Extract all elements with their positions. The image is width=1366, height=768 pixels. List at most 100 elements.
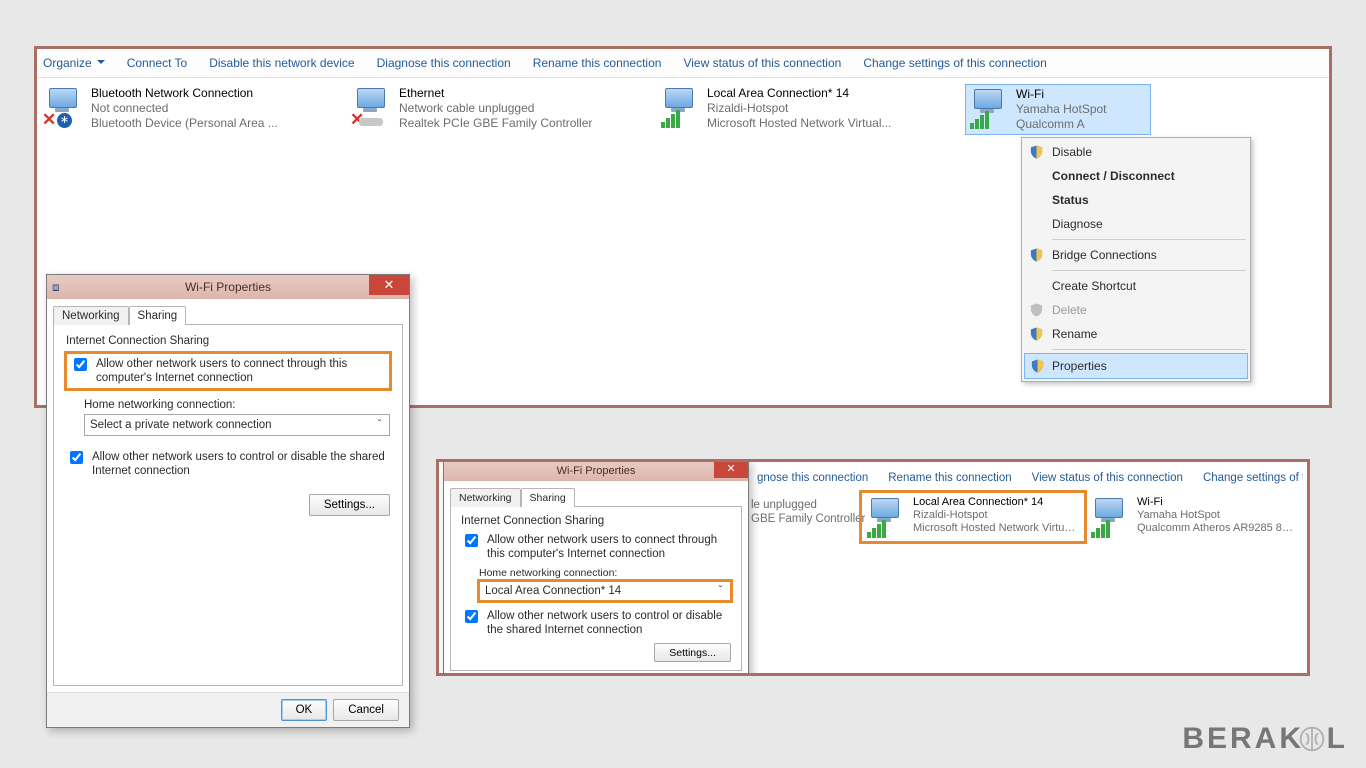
ctx-disable[interactable]: Disable [1024, 140, 1248, 164]
conn-device: Qualcomm A [1016, 117, 1107, 132]
ctx-label: Disable [1052, 145, 1092, 159]
connection-bluetooth[interactable]: ✕∗ Bluetooth Network Connection Not conn… [41, 84, 345, 135]
toolbar-diagnose[interactable]: gnose this connection [757, 472, 868, 484]
conn-name: Ethernet [399, 86, 592, 101]
conn-name: Bluetooth Network Connection [91, 86, 278, 101]
brain-icon [1298, 725, 1326, 753]
eth-status-partial: le unplugged [751, 498, 865, 512]
dialog-titlebar[interactable]: ⧈ Wi-Fi Properties ✕ [47, 275, 409, 299]
dialog-title: Wi-Fi Properties [185, 280, 271, 294]
conn-status: Yamaha HotSpot [1137, 509, 1299, 522]
cancel-button[interactable]: Cancel [333, 699, 399, 721]
wifi-icon [968, 87, 1010, 129]
ctx-delete: Delete [1024, 298, 1248, 322]
toolbar-diagnose[interactable]: Diagnose this connection [377, 56, 511, 70]
conn-device: Qualcomm Atheros AR9285 802.1... [1137, 522, 1299, 535]
ctx-label: Bridge Connections [1052, 248, 1157, 262]
dialog-title: Wi-Fi Properties [557, 465, 636, 477]
ctx-status[interactable]: Status [1024, 188, 1248, 212]
toolbar-connect[interactable]: Connect To [127, 56, 188, 70]
ctx-properties[interactable]: Properties [1024, 353, 1248, 379]
conn-device: Microsoft Hosted Network Virtual... [707, 116, 892, 131]
allow-control-checkbox[interactable] [465, 610, 478, 623]
connection-wifi[interactable]: Wi-Fi Yamaha HotSpot Qualcomm A [965, 84, 1151, 135]
dialog-titlebar[interactable]: Wi-Fi Properties ✕ [444, 461, 748, 481]
ctx-bridge[interactable]: Bridge Connections [1024, 243, 1248, 267]
ctx-label: Connect / Disconnect [1052, 169, 1175, 183]
toolbar-rename[interactable]: Rename this connection [888, 472, 1011, 484]
network-icon [659, 86, 701, 128]
conn-status: Yamaha HotSpot [1016, 102, 1107, 117]
conn-device: Realtek PCIe GBE Family Controller [399, 116, 592, 131]
tabstrip: Networking Sharing [53, 305, 403, 324]
tab-networking[interactable]: Networking [450, 488, 521, 507]
wifi-properties-dialog-1: ⧈ Wi-Fi Properties ✕ Networking Sharing … [46, 274, 410, 728]
network-icon [865, 496, 907, 538]
shield-icon [1030, 358, 1045, 374]
toolbar-partial: gnose this connection Rename this connec… [751, 466, 1303, 490]
tab-sharing[interactable]: Sharing [129, 306, 187, 325]
toolbar-organize[interactable]: Organize [43, 56, 105, 70]
group-label: Internet Connection Sharing [66, 335, 390, 347]
conn-name: Local Area Connection* 14 [707, 86, 892, 101]
separator [1052, 239, 1246, 240]
conn-device: Bluetooth Device (Personal Area ... [91, 116, 278, 131]
conn-device: Microsoft Hosted Network Virtual... [913, 522, 1081, 535]
home-net-label: Home networking connection: [84, 399, 390, 411]
tab-sharing[interactable]: Sharing [521, 488, 575, 507]
conn-name: Wi-Fi [1137, 496, 1299, 509]
allow-control-label: Allow other network users to control or … [92, 450, 390, 478]
ctx-diagnose[interactable]: Diagnose [1024, 212, 1248, 236]
ctx-connect[interactable]: Connect / Disconnect [1024, 164, 1248, 188]
home-net-select[interactable]: Select a private network connection ˇ [84, 414, 390, 436]
ctx-label: Diagnose [1052, 217, 1103, 231]
shield-icon [1029, 302, 1044, 318]
toolbar-status[interactable]: View status of this connection [1032, 472, 1183, 484]
allow-connect-label: Allow other network users to connect thr… [487, 533, 731, 561]
conn-status: Network cable unplugged [399, 101, 592, 116]
toolbar-disable[interactable]: Disable this network device [209, 56, 354, 70]
connection-lac14-hl[interactable]: Local Area Connection* 14 Rizaldi-Hotspo… [861, 492, 1085, 542]
allow-connect-checkbox[interactable] [74, 358, 87, 371]
allow-control-checkbox[interactable] [70, 451, 83, 464]
ok-button[interactable]: OK [281, 699, 328, 721]
bluetooth-icon: ✕∗ [43, 86, 85, 128]
tab-networking[interactable]: Networking [53, 306, 129, 325]
allow-control-label: Allow other network users to control or … [487, 609, 731, 637]
shield-icon [1029, 247, 1044, 263]
ctx-label: Properties [1052, 359, 1107, 373]
toolbar-change[interactable]: Change settings of this connectio [1203, 472, 1303, 484]
ctx-shortcut[interactable]: Create Shortcut [1024, 274, 1248, 298]
toolbar-rename[interactable]: Rename this connection [533, 56, 662, 70]
connection-lac14[interactable]: Local Area Connection* 14 Rizaldi-Hotspo… [657, 84, 961, 135]
conn-name: Wi-Fi [1016, 87, 1107, 102]
close-button[interactable]: ✕ [714, 461, 748, 478]
dialog-buttons: OK Cancel [47, 692, 409, 727]
tab-panel: Internet Connection Sharing Allow other … [450, 506, 742, 671]
ethernet-icon: ✕ [351, 86, 393, 128]
panel-bottom: gnose this connection Rename this connec… [436, 459, 1310, 676]
home-net-select[interactable]: Local Area Connection* 14 ˇ [479, 581, 731, 601]
toolbar-status[interactable]: View status of this connection [683, 56, 841, 70]
allow-connect-checkbox[interactable] [465, 534, 478, 547]
connection-wifi-mini[interactable]: Wi-Fi Yamaha HotSpot Qualcomm Atheros AR… [1087, 494, 1301, 540]
shield-icon [1029, 326, 1044, 342]
watermark: BERAK L [1182, 722, 1348, 756]
tabstrip: Networking Sharing [450, 487, 742, 506]
settings-button[interactable]: Settings... [654, 643, 731, 662]
settings-button[interactable]: Settings... [309, 494, 390, 516]
chevron-down-icon: ˇ [372, 419, 387, 431]
ctx-label: Delete [1052, 303, 1087, 317]
toolbar-change[interactable]: Change settings of this connection [863, 56, 1046, 70]
select-value: Local Area Connection* 14 [485, 585, 621, 597]
sysmenu-icon[interactable]: ⧈ [52, 280, 60, 295]
ctx-label: Create Shortcut [1052, 279, 1136, 293]
wifi-properties-dialog-2: Wi-Fi Properties ✕ Networking Sharing In… [443, 460, 749, 676]
ctx-rename[interactable]: Rename [1024, 322, 1248, 346]
connection-ethernet[interactable]: ✕ Ethernet Network cable unplugged Realt… [349, 84, 653, 135]
separator [1052, 270, 1246, 271]
close-button[interactable]: ✕ [369, 275, 409, 295]
conn-name: Local Area Connection* 14 [913, 496, 1081, 509]
shield-icon [1029, 144, 1044, 160]
connections-list: ✕∗ Bluetooth Network Connection Not conn… [37, 78, 1329, 141]
